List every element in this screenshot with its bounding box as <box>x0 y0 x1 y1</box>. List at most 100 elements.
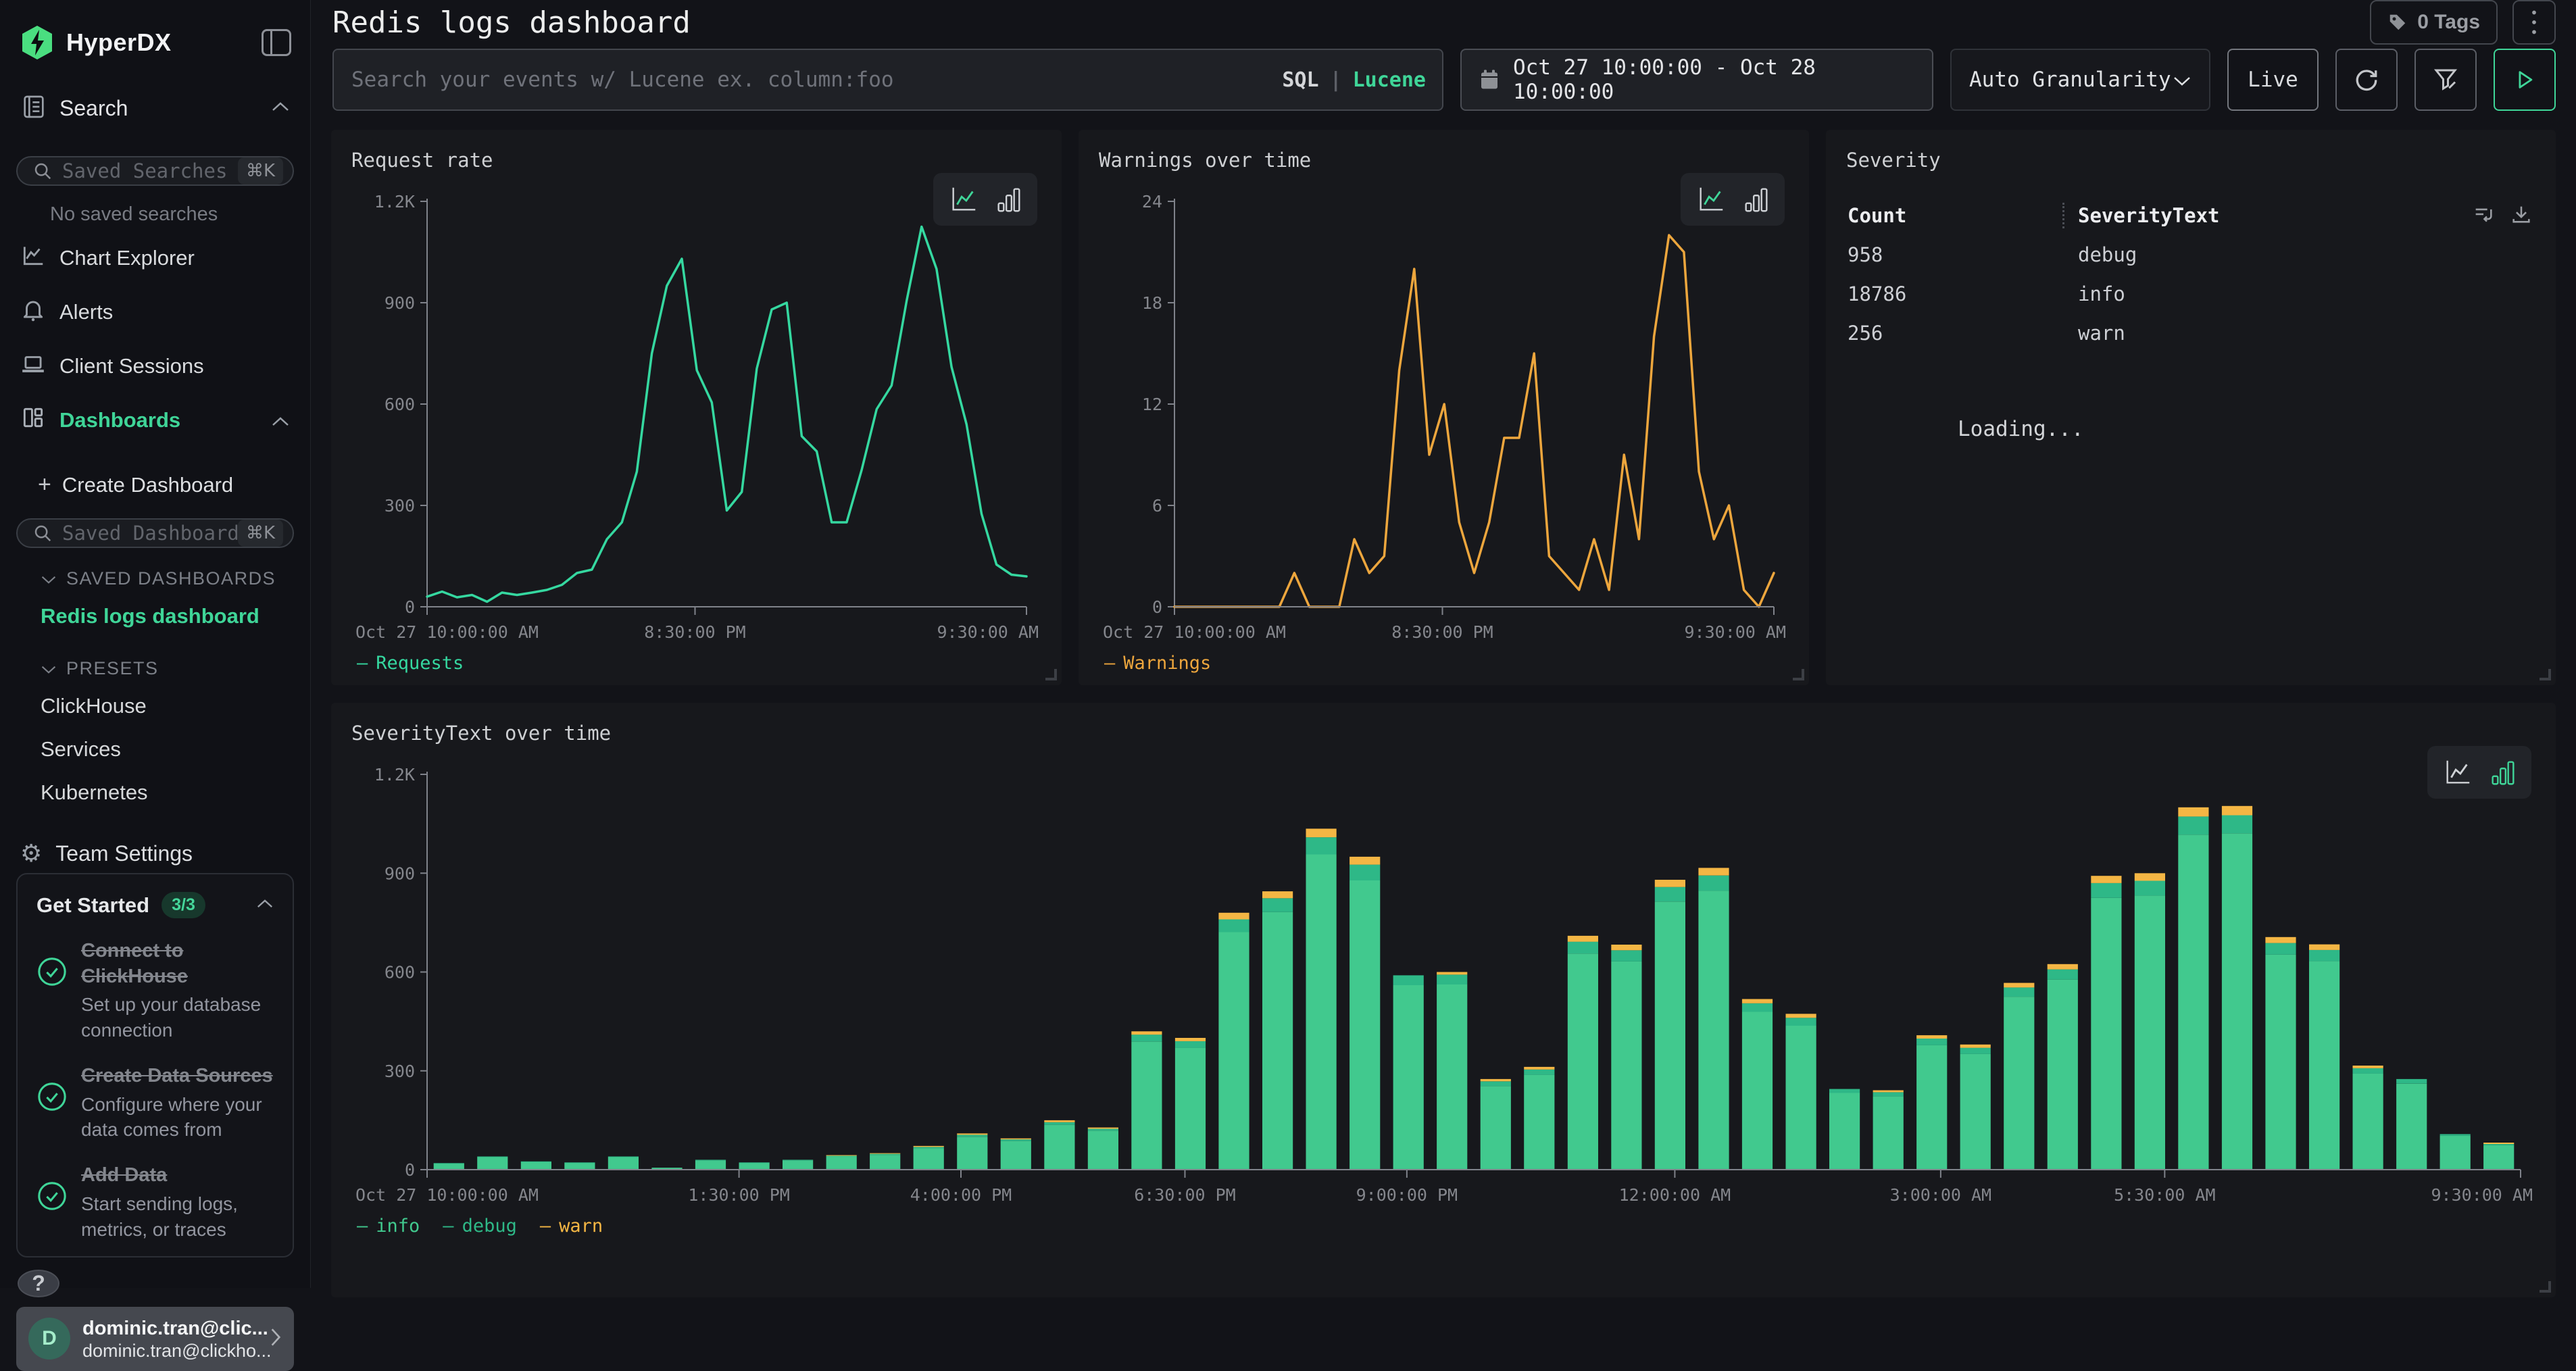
sidebar-item-services[interactable]: Services <box>0 728 310 771</box>
legend-item-Warnings[interactable]: —Warnings <box>1104 653 1211 674</box>
line-chart-icon[interactable] <box>1695 184 1727 215</box>
help-button[interactable]: ? <box>18 1270 59 1297</box>
legend-item-debug[interactable]: —debug <box>443 1216 517 1237</box>
laptop-icon <box>20 351 46 382</box>
svg-text:9:00:00 PM: 9:00:00 PM <box>1356 1185 1458 1205</box>
chart-type-toggle <box>2427 746 2531 799</box>
cell-count: 958 <box>1846 243 2062 266</box>
presets-group-toggle[interactable]: PRESETS <box>0 638 310 684</box>
legend-item-info[interactable]: —info <box>357 1216 420 1237</box>
panel-severity: Severity Count SeverityText <box>1826 130 2556 685</box>
refresh-button[interactable] <box>2335 49 2398 111</box>
svg-text:900: 900 <box>385 293 415 313</box>
svg-text:24: 24 <box>1142 192 1162 211</box>
dashboard-grid-icon <box>20 405 46 436</box>
saved-searches-field[interactable] <box>62 159 238 182</box>
download-icon[interactable] <box>2510 203 2533 230</box>
sidebar-item-redis-logs-dashboard[interactable]: Redis logs dashboard <box>0 595 310 638</box>
granularity-select[interactable]: Auto Granularity <box>1950 49 2210 111</box>
sidebar-item-chart-explorer[interactable]: Chart Explorer <box>0 231 310 285</box>
request-rate-chart[interactable]: 03006009001.2KOct 27 10:00:00 AM8:30:00 … <box>351 186 1041 646</box>
query-language-toggle: SQL | Lucene <box>1282 49 1426 111</box>
panel-request-rate: Request rate 03006009001.2KOct 27 10:00:… <box>331 130 1062 685</box>
sidebar-item-dashboards[interactable]: Dashboards <box>0 393 310 447</box>
chevron-up-icon[interactable] <box>256 899 274 912</box>
sql-mode-button[interactable]: SQL <box>1282 68 1318 92</box>
get-started-title: Get Started <box>36 893 149 918</box>
legend-item-Requests[interactable]: —Requests <box>357 653 464 674</box>
svg-text:600: 600 <box>385 395 415 414</box>
column-header-count[interactable]: Count <box>1846 204 2062 227</box>
cell-count: 18786 <box>1846 282 2062 305</box>
svg-text:9:30:00 AM: 9:30:00 AM <box>937 622 1039 642</box>
lucene-mode-button[interactable]: Lucene <box>1353 68 1426 92</box>
create-dashboard-button[interactable]: + Create Dashboard <box>0 454 310 501</box>
panel-title: Severity <box>1846 149 2535 186</box>
gear-icon: ⚙ <box>20 842 42 866</box>
search-icon <box>32 523 53 543</box>
step-title: Add Data <box>81 1163 274 1189</box>
svg-text:0: 0 <box>1152 597 1162 617</box>
live-button[interactable]: Live <box>2227 49 2319 111</box>
page-title: Redis logs dashboard <box>332 5 2370 40</box>
legend-item-warn[interactable]: —warn <box>540 1216 603 1237</box>
saved-dashboards-input[interactable]: ⌘K <box>16 518 294 548</box>
bar-chart-icon[interactable] <box>995 184 1022 215</box>
svg-text:0: 0 <box>405 597 415 617</box>
svg-text:Oct 27 10:00:00 AM: Oct 27 10:00:00 AM <box>1103 622 1286 642</box>
line-chart-icon[interactable] <box>948 184 979 215</box>
get-started-step-connect[interactable]: Connect to ClickHouse Set up your databa… <box>36 939 274 1043</box>
logo-row: HyperDX <box>0 0 310 81</box>
no-saved-searches-note: No saved searches <box>0 186 310 231</box>
saved-dashboards-field[interactable] <box>62 522 238 545</box>
warnings-chart[interactable]: 06121824Oct 27 10:00:00 AM8:30:00 PM9:30… <box>1099 186 1789 646</box>
cmd-k-shortcut: ⌘K <box>238 157 283 184</box>
chart-legend: —Requests <box>351 653 1041 674</box>
table-row[interactable]: 256 warn <box>1846 314 2535 353</box>
svg-text:1.2K: 1.2K <box>374 765 415 784</box>
sidebar-item-team-settings[interactable]: ⚙ Team Settings <box>0 814 310 873</box>
sidebar-item-alerts[interactable]: Alerts <box>0 285 310 339</box>
bar-chart-icon[interactable] <box>2490 757 2517 788</box>
sidebar-item-kubernetes[interactable]: Kubernetes <box>0 771 310 814</box>
svg-text:8:30:00 PM: 8:30:00 PM <box>644 622 746 642</box>
table-row[interactable]: 18786 info <box>1846 274 2535 314</box>
dashboard-menu-button[interactable] <box>2512 0 2556 45</box>
severitytext-bar-chart[interactable]: 03006009001.2KOct 27 10:00:00 AM1:30:00 … <box>351 759 2535 1209</box>
panel-warnings-over-time: Warnings over time 06121824Oct 27 10:00:… <box>1079 130 1809 685</box>
bar-chart-icon[interactable] <box>1743 184 1770 215</box>
run-query-button[interactable] <box>2494 49 2556 111</box>
get-started-card: Get Started 3/3 Connect to ClickHouse Se… <box>16 873 294 1257</box>
filter-button[interactable] <box>2414 49 2477 111</box>
tags-button[interactable]: 0 Tags <box>2370 0 2498 45</box>
line-chart-icon[interactable] <box>2442 757 2473 788</box>
sidebar-item-client-sessions[interactable]: Client Sessions <box>0 339 310 393</box>
step-desc: Start sending logs, metrics, or traces <box>81 1191 274 1243</box>
saved-searches-input[interactable]: ⌘K <box>16 156 294 186</box>
date-range-picker[interactable]: Oct 27 10:00:00 - Oct 28 10:00:00 <box>1460 49 1933 111</box>
kebab-menu-icon <box>2531 9 2537 36</box>
row-expand-icon[interactable] <box>2472 203 2495 230</box>
table-row[interactable]: 958 debug <box>1846 235 2535 274</box>
main-content: Redis logs dashboard 0 Tags SQL | Lucene <box>311 0 2576 1288</box>
titlebar: Redis logs dashboard 0 Tags <box>311 0 2576 45</box>
column-resize-handle[interactable] <box>2062 203 2064 228</box>
sidebar-item-label: Client Sessions <box>59 354 290 378</box>
svg-text:1.2K: 1.2K <box>374 192 415 211</box>
saved-dashboards-group-toggle[interactable]: SAVED DASHBOARDS <box>0 548 310 595</box>
svg-text:0: 0 <box>405 1160 415 1180</box>
chart-type-toggle <box>933 173 1037 226</box>
sidebar-section-search[interactable]: Search <box>0 81 310 139</box>
get-started-step-sources[interactable]: Create Data Sources Configure where your… <box>36 1064 274 1143</box>
svg-text:900: 900 <box>385 864 415 883</box>
column-header-severitytext[interactable]: SeverityText <box>2078 204 2220 227</box>
sidebar-collapse-icon[interactable] <box>262 29 291 56</box>
user-account-button[interactable]: D dominic.tran@clic... dominic.tran@clic… <box>16 1307 294 1371</box>
sidebar-item-clickhouse[interactable]: ClickHouse <box>0 684 310 728</box>
brand-name: HyperDX <box>66 28 262 57</box>
event-search-input[interactable] <box>332 49 1443 111</box>
check-circle-icon <box>36 1163 68 1242</box>
refresh-icon <box>2352 65 2381 95</box>
get-started-step-add-data[interactable]: Add Data Start sending logs, metrics, or… <box>36 1163 274 1242</box>
chart-legend: —info —debug —warn <box>351 1216 2535 1237</box>
